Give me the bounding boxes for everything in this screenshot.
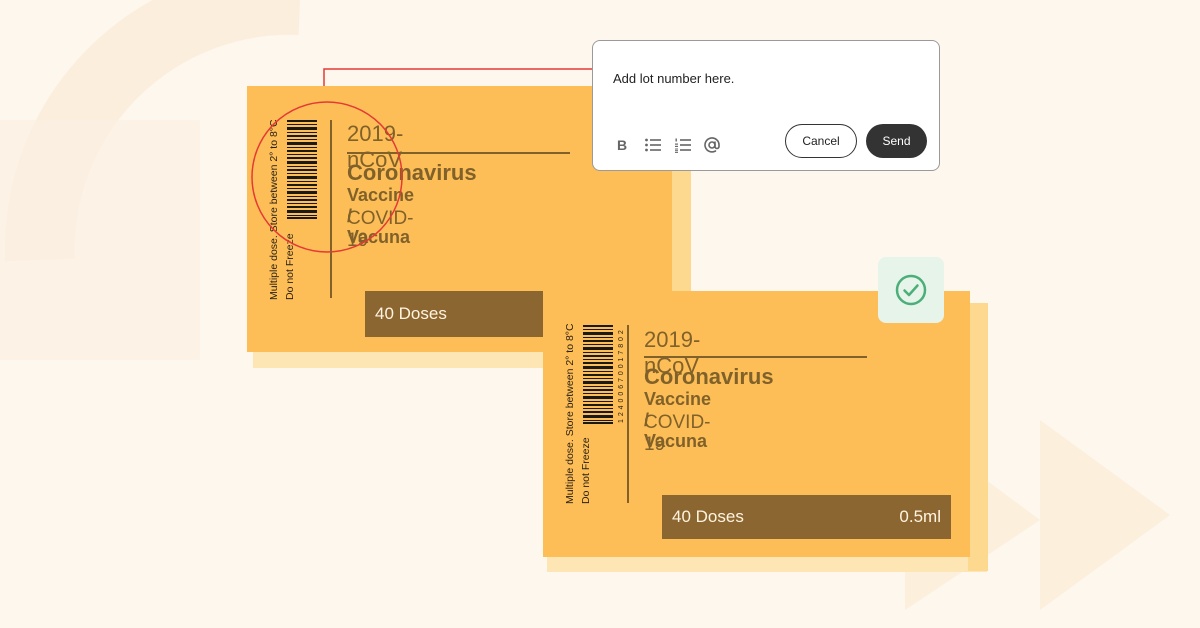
comment-popup: Add lot number here. B Cancel Send: [592, 40, 940, 171]
dose-volume: 0.5ml: [899, 507, 941, 526]
at-mention-icon[interactable]: [703, 136, 721, 154]
bulleted-list-icon[interactable]: [644, 136, 662, 154]
box-right-side: [968, 303, 988, 571]
barcode: [287, 120, 317, 219]
label-divider-horizontal: [347, 152, 570, 154]
verified-badge: [878, 257, 944, 323]
numbered-list-icon[interactable]: [674, 136, 692, 154]
bold-button[interactable]: B: [617, 137, 635, 155]
cancel-button[interactable]: Cancel: [785, 124, 857, 158]
virus-name: Coronavirus: [644, 364, 774, 389]
send-button[interactable]: Send: [866, 124, 927, 158]
dose-count: 40 Doses: [672, 507, 744, 526]
storage-instructions: Multiple dose. Store between 2° to 8°C: [564, 323, 576, 504]
dose-bar: 40 Doses 0.5ml: [662, 495, 951, 539]
label-divider-vertical: [627, 325, 629, 503]
disease-label: COVID-19: [347, 208, 414, 251]
virus-name: Coronavirus: [347, 160, 477, 185]
freeze-warning: Do not Freeze: [284, 233, 296, 300]
comment-text[interactable]: Add lot number here.: [613, 71, 734, 86]
label-divider-horizontal: [644, 356, 867, 358]
check-circle-icon: [895, 274, 927, 306]
freeze-warning: Do not Freeze: [580, 437, 592, 504]
label-divider-vertical: [330, 120, 332, 298]
dose-count: 40 Doses: [375, 304, 447, 323]
barcode: [583, 325, 613, 424]
storage-instructions: Multiple dose. Store between 2° to 8°C: [268, 119, 280, 300]
box-bottom-side: [547, 556, 987, 572]
disease-label: COVID-19: [644, 412, 711, 455]
